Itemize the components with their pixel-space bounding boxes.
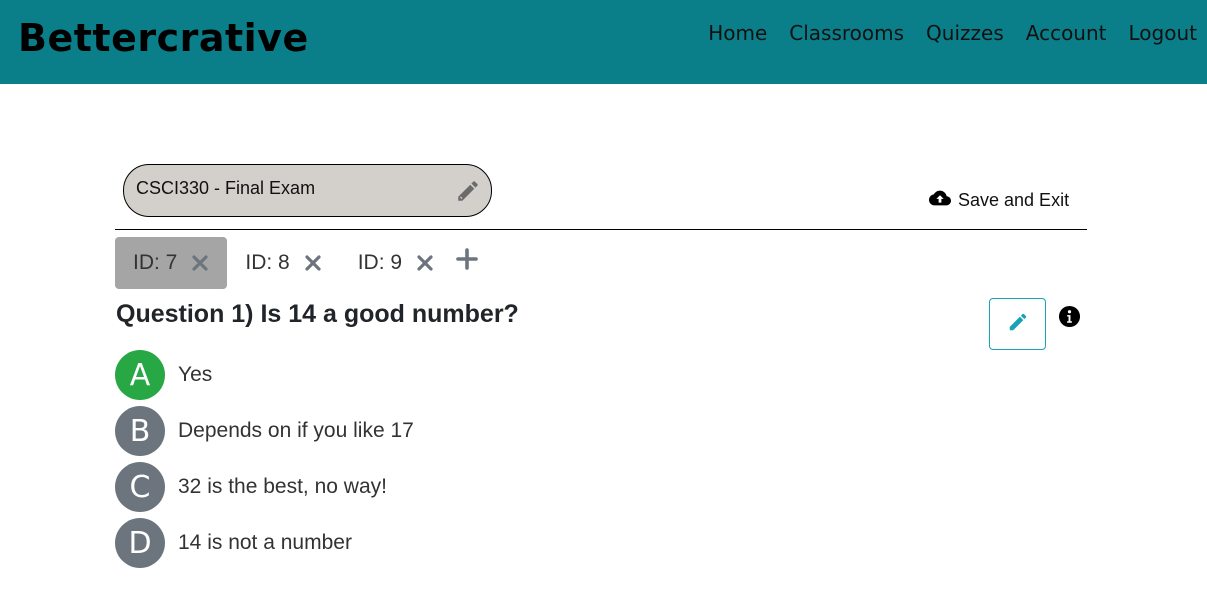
nav-link-classrooms[interactable]: Classrooms	[789, 20, 904, 46]
navbar: Bettercrative Home Classrooms Quizzes Ac…	[0, 0, 1207, 84]
answer-letter-badge: D	[115, 518, 165, 568]
close-icon[interactable]	[191, 254, 209, 272]
answer-letter-badge: A	[115, 350, 165, 400]
answer-text: Yes	[178, 363, 213, 386]
quiz-title-field[interactable]: CSCI330 - Final Exam	[123, 164, 492, 217]
tab-question-7[interactable]: ID: 7	[115, 237, 228, 289]
answer-c[interactable]: C 32 is the best, no way!	[115, 462, 414, 512]
plus-icon[interactable]	[456, 248, 478, 270]
nav-link-account[interactable]: Account	[1026, 20, 1107, 46]
info-circle-icon[interactable]	[1058, 305, 1081, 328]
nav-link-logout[interactable]: Logout	[1129, 20, 1197, 46]
brand-logo[interactable]: Bettercrative	[18, 16, 309, 60]
answer-b[interactable]: B Depends on if you like 17	[115, 406, 414, 456]
answer-letter-badge: C	[115, 462, 165, 512]
nav-link-home[interactable]: Home	[708, 20, 767, 46]
pencil-icon	[1007, 311, 1029, 338]
tab-label: ID: 9	[357, 251, 403, 274]
divider	[115, 229, 1087, 230]
cloud-upload-icon	[928, 187, 952, 214]
answer-text: 14 is not a number	[178, 531, 352, 554]
tab-label: ID: 7	[133, 251, 178, 274]
save-and-exit-button[interactable]: Save and Exit	[928, 187, 1069, 214]
quiz-title: CSCI330 - Final Exam	[136, 178, 316, 198]
pencil-icon[interactable]	[455, 178, 481, 204]
nav-link-quizzes[interactable]: Quizzes	[926, 20, 1004, 46]
tab-question-9[interactable]: ID: 9	[340, 237, 452, 289]
nav-links: Home Classrooms Quizzes Account Logout	[708, 20, 1197, 46]
close-icon[interactable]	[416, 254, 434, 272]
close-icon[interactable]	[304, 254, 322, 272]
question-title: Question 1) Is 14 a good number?	[116, 300, 519, 328]
save-and-exit-label: Save and Exit	[958, 190, 1070, 210]
answer-a[interactable]: A Yes	[115, 350, 414, 400]
answer-letter-badge: B	[115, 406, 165, 456]
tab-question-8[interactable]: ID: 8	[227, 237, 339, 289]
answer-text: Depends on if you like 17	[178, 419, 414, 442]
answer-text: 32 is the best, no way!	[178, 475, 387, 498]
answer-list: A Yes B Depends on if you like 17 C 32 i…	[115, 350, 414, 574]
question-tabs: ID: 7 ID: 8 ID: 9	[115, 237, 478, 289]
answer-d[interactable]: D 14 is not a number	[115, 518, 414, 568]
tab-label: ID: 8	[245, 251, 290, 274]
edit-question-button[interactable]	[989, 298, 1046, 350]
